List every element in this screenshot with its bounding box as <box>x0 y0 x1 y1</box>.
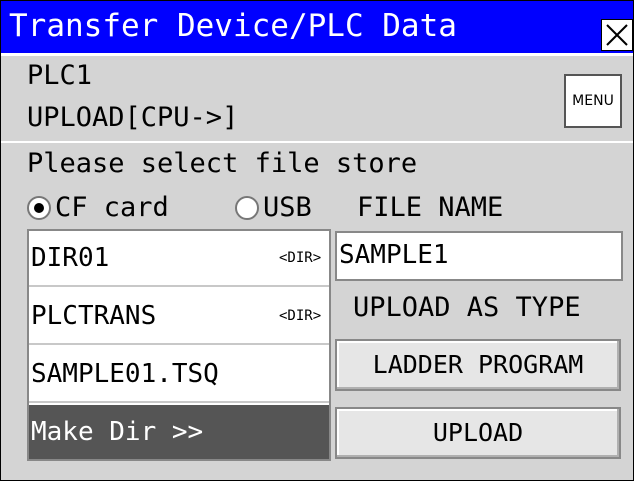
file-item-name: DIR01 <box>31 243 110 273</box>
upload-as-type-label: UPLOAD AS TYPE <box>353 292 581 323</box>
menu-button[interactable]: MENU <box>564 74 622 128</box>
dir-tag: <DIR> <box>279 308 322 324</box>
list-item[interactable]: PLCTRANS <DIR> <box>29 289 329 345</box>
radio-cf-card-label: CF card <box>55 192 169 223</box>
file-item-name: SAMPLE01.TSQ <box>31 359 219 389</box>
make-dir-label: Make Dir >> <box>31 417 204 447</box>
plc-name: PLC1 <box>27 60 93 91</box>
radio-usb-label: USB <box>263 192 312 223</box>
file-name-input[interactable]: SAMPLE1 <box>335 231 623 281</box>
window-title: Transfer Device/PLC Data <box>9 8 457 44</box>
upload-button[interactable]: UPLOAD <box>335 407 621 459</box>
transfer-dialog: Transfer Device/PLC Data PLC1 UPLOAD[CPU… <box>0 0 634 481</box>
make-dir-button[interactable]: Make Dir >> <box>29 405 329 459</box>
dir-tag: <DIR> <box>279 250 322 266</box>
ladder-program-button[interactable]: LADDER PROGRAM <box>335 339 621 391</box>
header-divider <box>1 141 633 143</box>
title-bar: Transfer Device/PLC Data <box>1 1 633 53</box>
close-button[interactable] <box>601 19 633 51</box>
transfer-mode: UPLOAD[CPU->] <box>27 102 239 133</box>
store-prompt: Please select file store <box>27 148 418 179</box>
list-item[interactable]: SAMPLE01.TSQ <box>29 347 329 403</box>
title-separator <box>1 53 633 56</box>
radio-checked-icon <box>27 196 51 220</box>
close-x-icon <box>606 24 628 46</box>
list-item[interactable]: DIR01 <DIR> <box>29 231 329 287</box>
radio-unchecked-icon <box>235 196 259 220</box>
file-list: DIR01 <DIR> PLCTRANS <DIR> SAMPLE01.TSQ … <box>27 229 331 461</box>
file-name-label: FILE NAME <box>357 192 504 223</box>
file-item-name: PLCTRANS <box>31 301 157 331</box>
